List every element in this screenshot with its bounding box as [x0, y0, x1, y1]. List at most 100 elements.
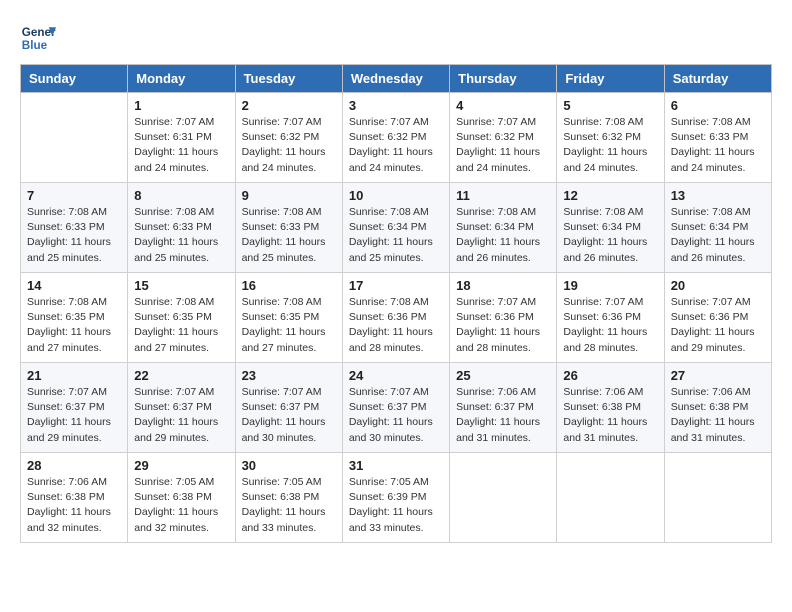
- daylight-text: Daylight: 11 hours and 31 minutes.: [671, 416, 755, 443]
- daylight-text: Daylight: 11 hours and 32 minutes.: [27, 506, 111, 533]
- sunrise-text: Sunrise: 7:07 AM: [242, 386, 322, 398]
- calendar-cell: 17 Sunrise: 7:08 AM Sunset: 6:36 PM Dayl…: [342, 273, 449, 363]
- daylight-text: Daylight: 11 hours and 27 minutes.: [27, 326, 111, 353]
- daylight-text: Daylight: 11 hours and 29 minutes.: [134, 416, 218, 443]
- calendar-cell: 31 Sunrise: 7:05 AM Sunset: 6:39 PM Dayl…: [342, 453, 449, 543]
- sunset-text: Sunset: 6:38 PM: [563, 401, 641, 413]
- calendar-cell: 4 Sunrise: 7:07 AM Sunset: 6:32 PM Dayli…: [450, 93, 557, 183]
- sunrise-text: Sunrise: 7:07 AM: [349, 116, 429, 128]
- sunset-text: Sunset: 6:34 PM: [563, 221, 641, 233]
- day-number: 3: [349, 98, 443, 113]
- sunrise-text: Sunrise: 7:07 AM: [456, 296, 536, 308]
- day-number: 1: [134, 98, 228, 113]
- day-number: 14: [27, 278, 121, 293]
- day-info: Sunrise: 7:07 AM Sunset: 6:31 PM Dayligh…: [134, 115, 228, 176]
- day-info: Sunrise: 7:06 AM Sunset: 6:38 PM Dayligh…: [27, 475, 121, 536]
- calendar-cell: 24 Sunrise: 7:07 AM Sunset: 6:37 PM Dayl…: [342, 363, 449, 453]
- daylight-text: Daylight: 11 hours and 24 minutes.: [134, 146, 218, 173]
- weekday-header-row: SundayMondayTuesdayWednesdayThursdayFrid…: [21, 65, 772, 93]
- day-info: Sunrise: 7:06 AM Sunset: 6:38 PM Dayligh…: [563, 385, 657, 446]
- daylight-text: Daylight: 11 hours and 25 minutes.: [134, 236, 218, 263]
- sunrise-text: Sunrise: 7:07 AM: [671, 296, 751, 308]
- calendar-week-row: 7 Sunrise: 7:08 AM Sunset: 6:33 PM Dayli…: [21, 183, 772, 273]
- day-info: Sunrise: 7:08 AM Sunset: 6:33 PM Dayligh…: [134, 205, 228, 266]
- calendar-cell: [664, 453, 771, 543]
- calendar-cell: 20 Sunrise: 7:07 AM Sunset: 6:36 PM Dayl…: [664, 273, 771, 363]
- sunset-text: Sunset: 6:35 PM: [242, 311, 320, 323]
- day-info: Sunrise: 7:07 AM Sunset: 6:32 PM Dayligh…: [456, 115, 550, 176]
- sunrise-text: Sunrise: 7:08 AM: [134, 296, 214, 308]
- day-number: 24: [349, 368, 443, 383]
- daylight-text: Daylight: 11 hours and 24 minutes.: [349, 146, 433, 173]
- day-number: 28: [27, 458, 121, 473]
- day-number: 22: [134, 368, 228, 383]
- sunrise-text: Sunrise: 7:08 AM: [563, 206, 643, 218]
- day-info: Sunrise: 7:06 AM Sunset: 6:38 PM Dayligh…: [671, 385, 765, 446]
- weekday-header-saturday: Saturday: [664, 65, 771, 93]
- day-info: Sunrise: 7:07 AM Sunset: 6:36 PM Dayligh…: [563, 295, 657, 356]
- day-info: Sunrise: 7:08 AM Sunset: 6:32 PM Dayligh…: [563, 115, 657, 176]
- sunrise-text: Sunrise: 7:08 AM: [349, 206, 429, 218]
- weekday-header-sunday: Sunday: [21, 65, 128, 93]
- day-number: 15: [134, 278, 228, 293]
- day-number: 30: [242, 458, 336, 473]
- weekday-header-wednesday: Wednesday: [342, 65, 449, 93]
- calendar-cell: 21 Sunrise: 7:07 AM Sunset: 6:37 PM Dayl…: [21, 363, 128, 453]
- sunrise-text: Sunrise: 7:08 AM: [134, 206, 214, 218]
- day-info: Sunrise: 7:05 AM Sunset: 6:38 PM Dayligh…: [242, 475, 336, 536]
- calendar-cell: 9 Sunrise: 7:08 AM Sunset: 6:33 PM Dayli…: [235, 183, 342, 273]
- calendar-cell: 14 Sunrise: 7:08 AM Sunset: 6:35 PM Dayl…: [21, 273, 128, 363]
- day-info: Sunrise: 7:05 AM Sunset: 6:39 PM Dayligh…: [349, 475, 443, 536]
- day-number: 4: [456, 98, 550, 113]
- day-number: 16: [242, 278, 336, 293]
- daylight-text: Daylight: 11 hours and 31 minutes.: [563, 416, 647, 443]
- calendar-week-row: 28 Sunrise: 7:06 AM Sunset: 6:38 PM Dayl…: [21, 453, 772, 543]
- daylight-text: Daylight: 11 hours and 33 minutes.: [349, 506, 433, 533]
- sunset-text: Sunset: 6:37 PM: [27, 401, 105, 413]
- sunset-text: Sunset: 6:34 PM: [349, 221, 427, 233]
- day-info: Sunrise: 7:08 AM Sunset: 6:35 PM Dayligh…: [27, 295, 121, 356]
- calendar-cell: 22 Sunrise: 7:07 AM Sunset: 6:37 PM Dayl…: [128, 363, 235, 453]
- daylight-text: Daylight: 11 hours and 29 minutes.: [27, 416, 111, 443]
- sunset-text: Sunset: 6:39 PM: [349, 491, 427, 503]
- calendar-cell: 18 Sunrise: 7:07 AM Sunset: 6:36 PM Dayl…: [450, 273, 557, 363]
- day-number: 21: [27, 368, 121, 383]
- calendar-cell: 23 Sunrise: 7:07 AM Sunset: 6:37 PM Dayl…: [235, 363, 342, 453]
- day-number: 8: [134, 188, 228, 203]
- sunset-text: Sunset: 6:33 PM: [134, 221, 212, 233]
- sunset-text: Sunset: 6:38 PM: [242, 491, 320, 503]
- day-info: Sunrise: 7:07 AM Sunset: 6:37 PM Dayligh…: [134, 385, 228, 446]
- calendar-cell: 10 Sunrise: 7:08 AM Sunset: 6:34 PM Dayl…: [342, 183, 449, 273]
- calendar-cell: 16 Sunrise: 7:08 AM Sunset: 6:35 PM Dayl…: [235, 273, 342, 363]
- sunset-text: Sunset: 6:35 PM: [27, 311, 105, 323]
- sunset-text: Sunset: 6:33 PM: [27, 221, 105, 233]
- calendar-table: SundayMondayTuesdayWednesdayThursdayFrid…: [20, 64, 772, 543]
- day-info: Sunrise: 7:07 AM Sunset: 6:37 PM Dayligh…: [349, 385, 443, 446]
- calendar-cell: 25 Sunrise: 7:06 AM Sunset: 6:37 PM Dayl…: [450, 363, 557, 453]
- sunrise-text: Sunrise: 7:06 AM: [456, 386, 536, 398]
- sunrise-text: Sunrise: 7:08 AM: [27, 296, 107, 308]
- day-number: 10: [349, 188, 443, 203]
- sunset-text: Sunset: 6:37 PM: [242, 401, 320, 413]
- calendar-cell: [450, 453, 557, 543]
- sunrise-text: Sunrise: 7:05 AM: [349, 476, 429, 488]
- daylight-text: Daylight: 11 hours and 28 minutes.: [563, 326, 647, 353]
- daylight-text: Daylight: 11 hours and 24 minutes.: [242, 146, 326, 173]
- day-info: Sunrise: 7:08 AM Sunset: 6:34 PM Dayligh…: [349, 205, 443, 266]
- calendar-cell: [21, 93, 128, 183]
- day-info: Sunrise: 7:08 AM Sunset: 6:36 PM Dayligh…: [349, 295, 443, 356]
- day-info: Sunrise: 7:07 AM Sunset: 6:37 PM Dayligh…: [242, 385, 336, 446]
- day-info: Sunrise: 7:08 AM Sunset: 6:34 PM Dayligh…: [671, 205, 765, 266]
- daylight-text: Daylight: 11 hours and 24 minutes.: [563, 146, 647, 173]
- day-number: 23: [242, 368, 336, 383]
- calendar-cell: 19 Sunrise: 7:07 AM Sunset: 6:36 PM Dayl…: [557, 273, 664, 363]
- day-info: Sunrise: 7:08 AM Sunset: 6:35 PM Dayligh…: [242, 295, 336, 356]
- sunset-text: Sunset: 6:32 PM: [456, 131, 534, 143]
- daylight-text: Daylight: 11 hours and 25 minutes.: [27, 236, 111, 263]
- day-number: 26: [563, 368, 657, 383]
- calendar-cell: 6 Sunrise: 7:08 AM Sunset: 6:33 PM Dayli…: [664, 93, 771, 183]
- sunrise-text: Sunrise: 7:07 AM: [242, 116, 322, 128]
- sunrise-text: Sunrise: 7:06 AM: [671, 386, 751, 398]
- day-info: Sunrise: 7:08 AM Sunset: 6:34 PM Dayligh…: [563, 205, 657, 266]
- daylight-text: Daylight: 11 hours and 33 minutes.: [242, 506, 326, 533]
